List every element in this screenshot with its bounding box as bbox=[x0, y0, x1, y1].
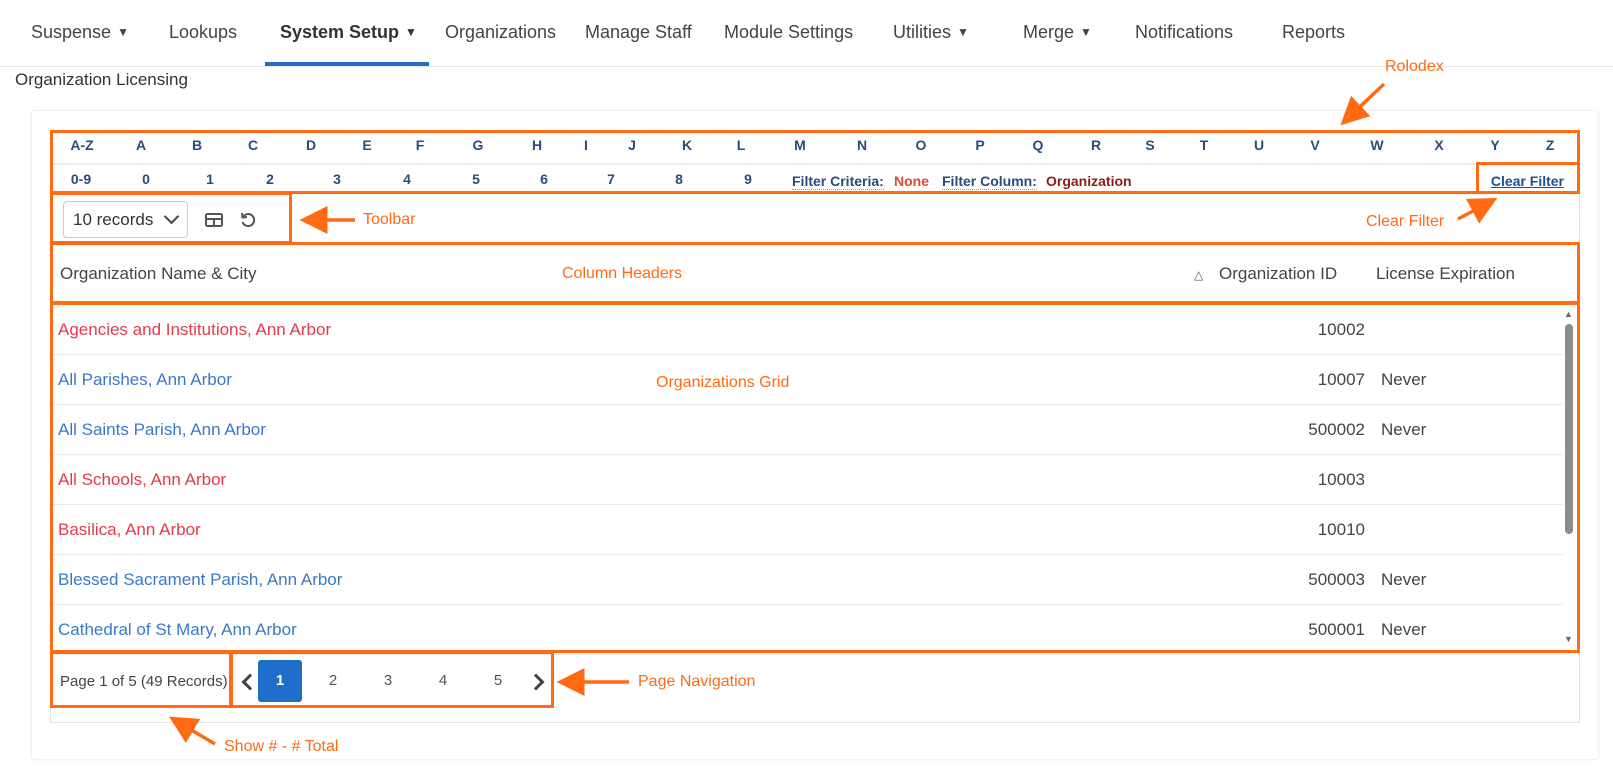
caret-down-icon: ▼ bbox=[957, 25, 969, 39]
annotation-clear-filter: Clear Filter bbox=[1366, 213, 1445, 230]
caret-down-icon: ▼ bbox=[1080, 25, 1092, 39]
nav-notifications[interactable]: Notifications bbox=[1135, 22, 1233, 43]
annotation-page-navigation: Page Navigation bbox=[638, 673, 756, 690]
annotation-box-column-headers bbox=[50, 242, 1580, 304]
annotation-organizations-grid: Organizations Grid bbox=[656, 374, 790, 391]
top-nav: Suspense ▼ Lookups System Setup ▼ Organiza… bbox=[0, 0, 1613, 67]
nav-merge[interactable]: Merge ▼ bbox=[1023, 22, 1092, 43]
nav-reports[interactable]: Reports bbox=[1282, 22, 1345, 43]
annotation-box-toolbar bbox=[50, 192, 292, 244]
annotation-box-show-total bbox=[50, 651, 232, 708]
nav-organizations[interactable]: Organizations bbox=[445, 22, 556, 43]
nav-manage-staff[interactable]: Manage Staff bbox=[585, 22, 692, 43]
nav-utilities[interactable]: Utilities ▼ bbox=[893, 22, 969, 43]
page-title: Organization Licensing bbox=[15, 70, 188, 89]
annotation-box-clear-filter bbox=[1476, 162, 1580, 194]
nav-system-setup[interactable]: System Setup ▼ bbox=[280, 22, 417, 43]
annotation-rolodex: Rolodex bbox=[1385, 58, 1444, 75]
nav-module-settings[interactable]: Module Settings bbox=[724, 22, 853, 43]
nav-suspense[interactable]: Suspense ▼ bbox=[31, 22, 129, 43]
annotation-box-rolodex bbox=[50, 130, 1580, 194]
active-tab-indicator bbox=[265, 62, 429, 66]
annotation-toolbar: Toolbar bbox=[363, 211, 416, 228]
annotation-box-page-navigation bbox=[230, 651, 554, 708]
caret-down-icon: ▼ bbox=[405, 25, 417, 39]
caret-down-icon: ▼ bbox=[117, 25, 129, 39]
nav-lookups[interactable]: Lookups bbox=[169, 22, 237, 43]
annotation-column-headers: Column Headers bbox=[562, 265, 683, 282]
annotation-show-total: Show # - # Total bbox=[224, 738, 339, 755]
annotation-box-grid bbox=[50, 302, 1580, 653]
